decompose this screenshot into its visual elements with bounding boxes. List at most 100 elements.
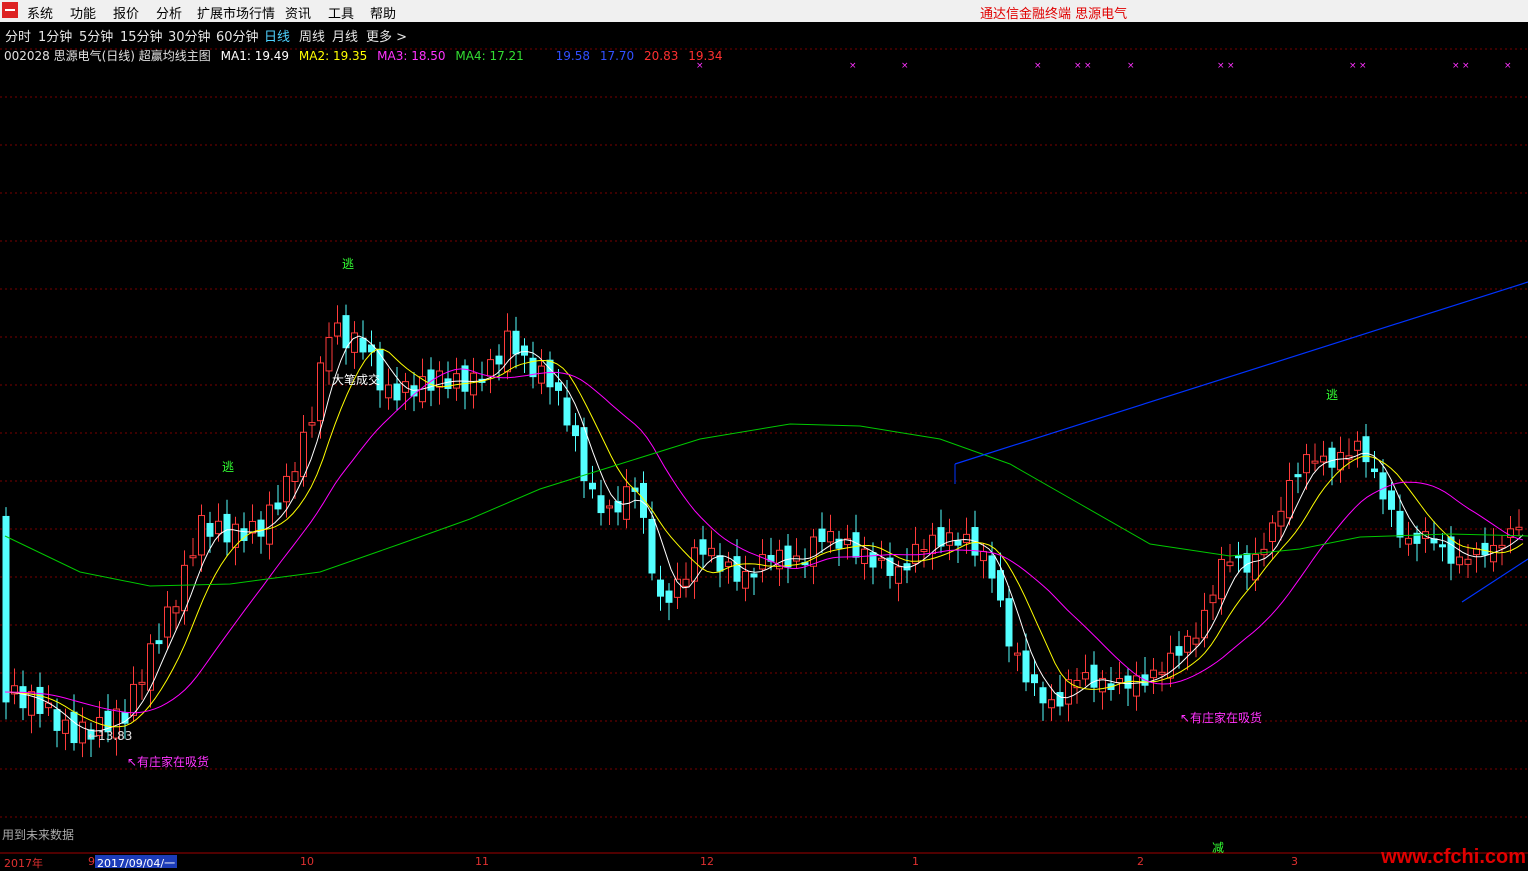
- candle-down: [1039, 687, 1047, 704]
- candle-down: [988, 555, 996, 579]
- ma4-line: [4, 423, 1528, 587]
- period-tab-15min[interactable]: 15分钟: [120, 26, 163, 45]
- period-tab-more[interactable]: 更多 >: [366, 26, 407, 45]
- candle-up: [62, 719, 69, 734]
- signal-marker: ×: [901, 61, 909, 71]
- month-label-10: 10: [300, 855, 314, 868]
- candle-down: [19, 686, 27, 709]
- candle-up: [198, 515, 205, 556]
- candle-up: [691, 547, 698, 582]
- indicator-legend: 002028 思源电气(日线) 超赢均线主图 MA1: 19.49 MA2: 1…: [4, 47, 729, 64]
- menu-function[interactable]: 功能: [70, 3, 96, 22]
- absorb-signal-2: ↖有庄家在吸货: [1180, 711, 1263, 725]
- period-tab-daily[interactable]: 日线: [264, 26, 290, 45]
- menu-news[interactable]: 资讯: [285, 3, 311, 22]
- menu-help[interactable]: 帮助: [370, 3, 396, 22]
- candle-up: [1116, 678, 1123, 684]
- candle-up: [504, 330, 511, 373]
- indicator-value-4: 19.34: [688, 49, 723, 63]
- candle-up: [189, 555, 197, 559]
- candle-down: [206, 522, 214, 537]
- menu-tools[interactable]: 工具: [328, 3, 354, 22]
- candle-down: [444, 378, 452, 389]
- future-data-notice: 用到未来数据: [2, 828, 75, 842]
- candle-up: [1226, 561, 1234, 567]
- candle-down: [53, 709, 61, 731]
- period-tab-60min[interactable]: 60分钟: [216, 26, 259, 45]
- candle-up: [1158, 671, 1166, 675]
- candle-up: [334, 322, 341, 337]
- candle-up: [827, 531, 834, 543]
- period-tab-30min[interactable]: 30分钟: [168, 26, 211, 45]
- candle-down: [1388, 490, 1395, 510]
- candle-up: [1167, 652, 1174, 679]
- candle-up: [487, 359, 494, 377]
- candle-down: [818, 528, 826, 543]
- candle-up: [682, 578, 690, 587]
- signal-marker: ×: [1034, 61, 1042, 71]
- candle-up: [164, 606, 171, 638]
- candle-up: [1192, 637, 1200, 645]
- candle-down: [2, 515, 10, 703]
- signal-marker: ×: [849, 61, 857, 71]
- candle-down: [70, 711, 78, 744]
- candle-up: [1082, 672, 1089, 680]
- candle-up: [606, 505, 613, 509]
- period-tab-monthly[interactable]: 月线: [332, 26, 358, 45]
- candle-down: [223, 513, 231, 543]
- ma1-value: MA1: 19.49: [220, 49, 290, 63]
- candle-up: [980, 550, 987, 562]
- period-tab-1min[interactable]: 1分钟: [38, 26, 72, 45]
- candle-down: [393, 383, 401, 401]
- candle-up: [1048, 699, 1055, 709]
- indicator-value-3: 20.83: [644, 49, 679, 63]
- candle-up: [308, 422, 316, 426]
- candle-down: [580, 427, 588, 482]
- signal-marker: ×: [1504, 61, 1512, 71]
- candle-down: [555, 382, 562, 391]
- period-tab-5min[interactable]: 5分钟: [79, 26, 113, 45]
- ma3-value: MA3: 18.50: [377, 49, 446, 63]
- candle-up: [1286, 479, 1293, 519]
- candle-down: [521, 345, 528, 356]
- candle-up: [325, 337, 333, 372]
- candle-down: [495, 355, 503, 365]
- candle-up: [1405, 537, 1412, 545]
- candle-down: [1235, 555, 1242, 559]
- candle-down: [572, 425, 579, 437]
- menu-analysis[interactable]: 分析: [156, 3, 182, 22]
- candle-up: [708, 547, 715, 557]
- menu-quote[interactable]: 报价: [113, 3, 139, 22]
- time-axis: 2017年 9 10 11 12 1 2 3: [0, 854, 1528, 870]
- candle-down: [1056, 692, 1064, 707]
- candle-down: [657, 579, 664, 597]
- candle-up: [742, 570, 749, 589]
- stock-title: 002028 思源电气(日线) 超赢均线主图: [4, 49, 211, 63]
- signal-marker: ×: [1462, 61, 1470, 71]
- menu-extended-market[interactable]: 扩展市场行情: [197, 3, 275, 22]
- period-tab-weekly[interactable]: 周线: [299, 26, 325, 45]
- signal-marker: ×: [1074, 61, 1082, 71]
- candle-down: [36, 686, 44, 714]
- candle-up: [79, 721, 86, 744]
- candle-down: [1362, 436, 1370, 463]
- period-tab-timeshare[interactable]: 分时: [5, 26, 31, 45]
- candle-down: [1439, 544, 1446, 548]
- signal-marker: ×: [1359, 61, 1367, 71]
- candle-up: [1133, 675, 1140, 697]
- candlestick-chart[interactable]: × × × × × × × × × × × × × ×: [0, 44, 1528, 854]
- month-label-11: 11: [475, 855, 489, 868]
- month-label-3: 3: [1291, 855, 1298, 868]
- candle-down: [997, 570, 1004, 601]
- candle-up: [895, 566, 902, 584]
- signal-marker: ×: [1452, 61, 1460, 71]
- terminal-title: 通达信金融终端 思源电气: [980, 7, 1128, 22]
- ma2-value: MA2: 19.35: [298, 49, 368, 63]
- menu-system[interactable]: 系统: [27, 3, 53, 22]
- trend-line-lower: [1461, 558, 1528, 603]
- candle-up: [291, 471, 299, 483]
- candle-up: [215, 520, 222, 535]
- candle-down: [648, 518, 656, 574]
- indicator-value-1: 19.58: [555, 49, 590, 63]
- candle-down: [359, 337, 367, 353]
